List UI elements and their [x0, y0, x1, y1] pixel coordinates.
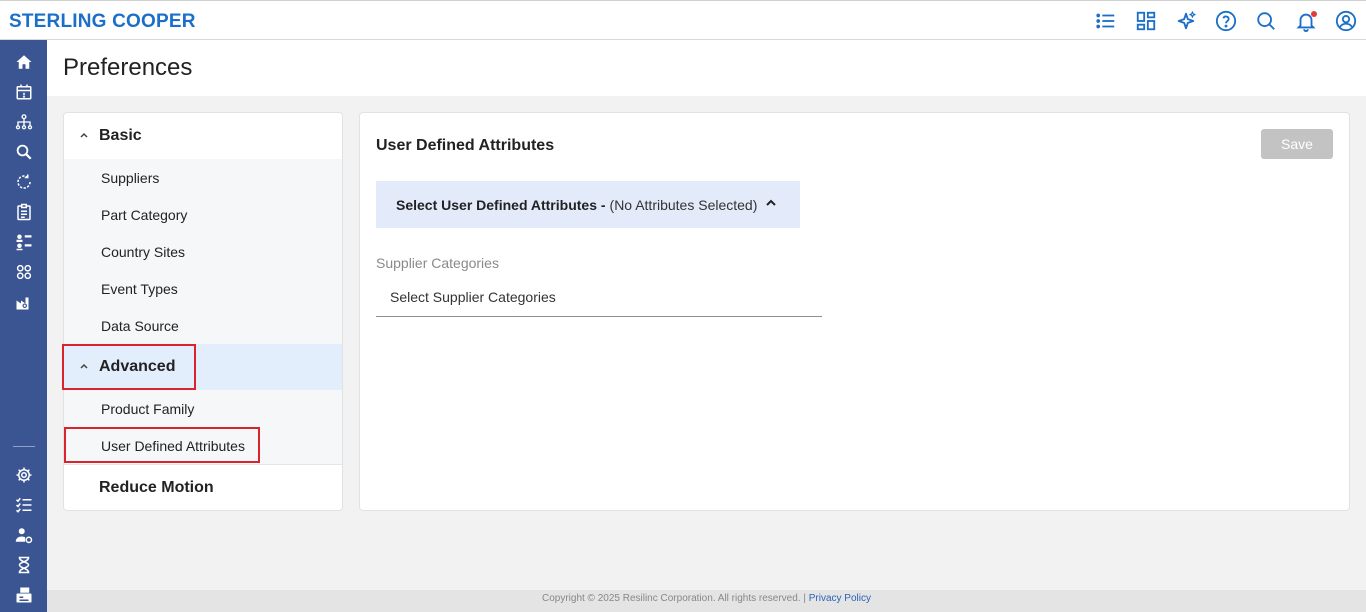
bell-icon[interactable] [1294, 9, 1318, 33]
footer: Copyright © 2025 Resilinc Corporation. A… [47, 590, 1366, 612]
user-icon[interactable] [1334, 9, 1358, 33]
nav-item-country-sites[interactable]: Country Sites [64, 233, 342, 270]
left-rail [0, 40, 47, 612]
brand-logo[interactable]: STERLING COOPER [9, 11, 196, 33]
nav-section-advanced[interactable]: Advanced [64, 344, 342, 390]
dashboard-icon[interactable] [1134, 9, 1158, 33]
apps-icon[interactable] [14, 262, 34, 282]
nav-item-data-source[interactable]: Data Source [64, 307, 342, 344]
select-attributes-status: (No Attributes Selected) [609, 196, 758, 213]
search-person-icon[interactable] [14, 142, 34, 162]
help-icon[interactable] [1214, 9, 1238, 33]
page-header: Preferences [47, 40, 1366, 96]
nav-section-reduce-motion[interactable]: Reduce Motion [64, 464, 342, 510]
nav-item-product-family[interactable]: Product Family [64, 390, 342, 427]
supplier-categories-select[interactable]: Select Supplier Categories [376, 277, 822, 317]
chevron-up-icon [766, 199, 776, 206]
clipboard-icon[interactable] [14, 202, 34, 222]
notification-badge [1311, 11, 1317, 17]
save-button[interactable]: Save [1261, 129, 1333, 159]
main-panel: User Defined Attributes Save Select User… [359, 112, 1350, 511]
nav-section-label: Reduce Motion [99, 478, 214, 496]
supplier-categories-label: Supplier Categories [376, 255, 499, 271]
nav-section-basic[interactable]: Basic [64, 113, 342, 159]
calendar-alert-icon[interactable] [14, 82, 34, 102]
sparkle-icon[interactable] [1174, 9, 1198, 33]
org-icon[interactable] [14, 232, 34, 252]
hourglass-icon[interactable] [14, 555, 34, 575]
page-title: Preferences [63, 54, 193, 81]
nav-section-label: Basic [99, 127, 142, 144]
copyright-text: Copyright © 2025 Resilinc Corporation. A… [541, 593, 806, 604]
nav-item-suppliers[interactable]: Suppliers [64, 159, 342, 196]
rail-divider [12, 446, 35, 447]
factory-icon[interactable] [14, 292, 34, 312]
home-icon[interactable] [14, 52, 34, 72]
checklist-icon[interactable] [14, 495, 34, 515]
select-attributes-dropdown[interactable]: Select User Defined Attributes - (No Att… [376, 181, 800, 228]
preferences-nav: Basic Suppliers Part Category Country Si… [63, 112, 343, 511]
top-icon-group [1094, 9, 1358, 33]
refresh-icon[interactable] [14, 172, 34, 192]
nav-item-user-defined-attributes[interactable]: User Defined Attributes [64, 427, 342, 464]
privacy-policy-link[interactable]: Privacy Policy [809, 593, 871, 604]
user-settings-icon[interactable] [14, 525, 34, 545]
network-icon[interactable] [14, 112, 34, 132]
section-title: User Defined Attributes [376, 137, 555, 154]
printer-icon[interactable] [14, 585, 34, 605]
rail-bottom-group [0, 446, 47, 605]
select-attributes-label: Select User Defined Attributes - [396, 196, 606, 213]
basic-subnav: Suppliers Part Category Country Sites Ev… [64, 159, 342, 344]
nav-item-part-category[interactable]: Part Category [64, 196, 342, 233]
rail-top-group [0, 52, 47, 312]
top-bar: STERLING COOPER [0, 0, 1366, 40]
nav-section-label: Advanced [99, 358, 176, 375]
chevron-up-icon [79, 130, 89, 143]
nav-item-event-types[interactable]: Event Types [64, 270, 342, 307]
advanced-subnav: Product Family User Defined Attributes [64, 390, 342, 464]
settings-icon[interactable] [14, 465, 34, 485]
list-icon[interactable] [1094, 9, 1118, 33]
search-icon[interactable] [1254, 9, 1278, 33]
chevron-up-icon [79, 361, 89, 374]
